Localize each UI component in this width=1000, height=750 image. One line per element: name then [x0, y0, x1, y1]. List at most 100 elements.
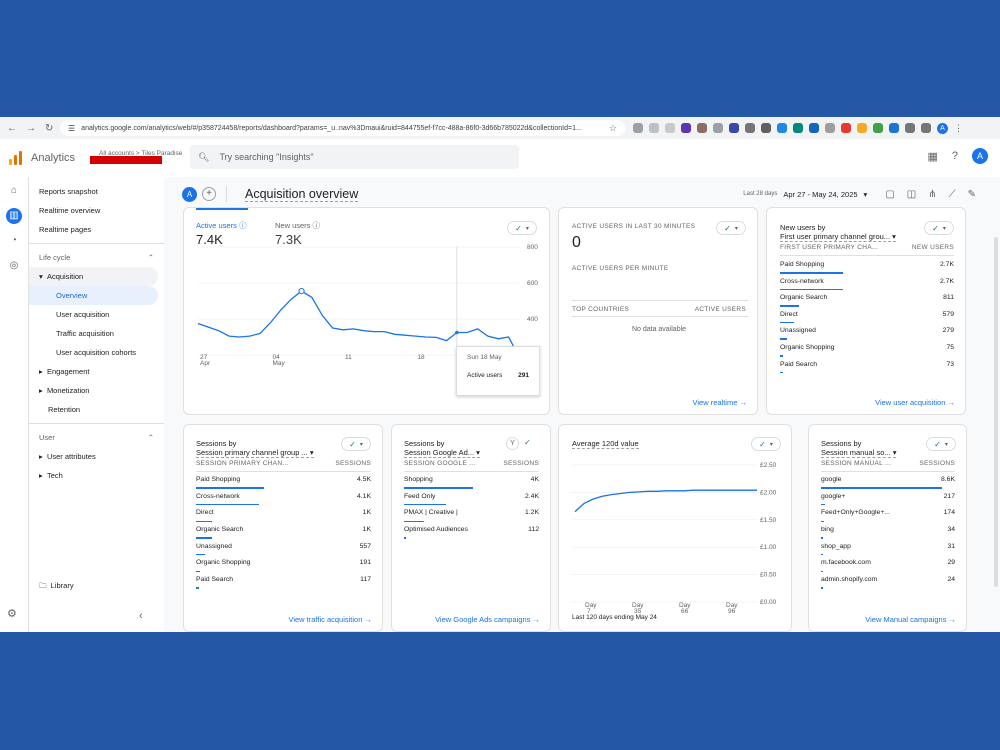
metric-active-users-label[interactable]: Active users ⓘ [196, 220, 246, 231]
dimension-picker[interactable]: First user primary channel grou... ▾ [780, 232, 896, 242]
extension-icon[interactable] [809, 123, 819, 133]
profile-avatar[interactable]: A [937, 122, 948, 134]
extension-icon[interactable] [873, 123, 883, 133]
extension-icon[interactable] [905, 123, 915, 133]
extension-icon[interactable] [857, 123, 867, 133]
table-row[interactable]: Paid Shopping 2.7K [780, 259, 954, 276]
date-range-picker[interactable]: Last 28 days Apr 27 - May 24, 2025 ▾ [743, 190, 867, 199]
table-row[interactable]: google 8.6K [821, 474, 955, 491]
back-icon[interactable]: ← [7, 123, 17, 134]
view-manual-campaigns-link[interactable]: View Manual campaigns → [865, 615, 956, 624]
address-bar[interactable]: ☰ analytics.google.com/analytics/web/#/p… [60, 120, 625, 136]
reports-icon[interactable]: ▥ [6, 208, 22, 224]
nav-realtime-overview[interactable]: Realtime overview [29, 201, 164, 220]
reload-icon[interactable]: ↻ [45, 123, 53, 134]
search-input[interactable]: 🔍︎ Try searching "Insights" [190, 145, 519, 169]
nav-reports-snapshot[interactable]: Reports snapshot [29, 182, 164, 201]
table-row[interactable]: Organic Shopping 191 [196, 557, 371, 574]
extension-icon[interactable] [745, 123, 755, 133]
table-row[interactable]: Cross-network 2.7K [780, 276, 954, 293]
metric-new-users-label[interactable]: New users ⓘ [275, 220, 320, 231]
table-row[interactable]: Unassigned 557 [196, 541, 371, 558]
view-traffic-acquisition-link[interactable]: View traffic acquisition → [288, 615, 372, 624]
extension-icon[interactable] [777, 123, 787, 133]
view-user-acquisition-link[interactable]: View user acquisition → [875, 398, 955, 407]
extension-icon[interactable] [793, 123, 803, 133]
table-row[interactable]: Unassigned 279 [780, 325, 954, 342]
insights-icon[interactable]: ⟋ [949, 189, 956, 200]
data-quality-check-button[interactable]: ✓ ▾ [751, 437, 781, 451]
table-row[interactable]: Paid Search 117 [196, 574, 371, 591]
nav-retention[interactable]: Retention [29, 400, 164, 419]
add-comparison-button[interactable]: + [202, 187, 216, 201]
table-row[interactable]: Paid Search 73 [780, 359, 954, 376]
extension-icon[interactable] [729, 123, 739, 133]
extension-icon[interactable] [681, 123, 691, 133]
nav-acquisition[interactable]: ▾ Acquisition [29, 267, 158, 286]
customize-report-icon[interactable]: ▢ [885, 189, 894, 200]
extension-icon[interactable] [889, 123, 899, 133]
table-row[interactable]: Feed Only 2.4K [404, 491, 539, 508]
table-row[interactable]: Direct 579 [780, 309, 954, 326]
extension-icon[interactable] [761, 123, 771, 133]
data-quality-check-button[interactable]: ✓ ▾ [341, 437, 371, 451]
table-row[interactable]: Organic Shopping 75 [780, 342, 954, 359]
table-row[interactable]: Organic Search 811 [780, 292, 954, 309]
table-row[interactable]: admin.shopify.com 24 [821, 574, 955, 591]
collapse-nav-chevron-icon[interactable]: ‹ [139, 610, 143, 622]
filter-icon[interactable]: Y [506, 437, 519, 450]
table-row[interactable]: Organic Search 1K [196, 524, 371, 541]
table-row[interactable]: Paid Shopping 4.5K [196, 474, 371, 491]
extension-icon[interactable] [841, 123, 851, 133]
advertising-icon[interactable]: ◎ [6, 258, 22, 274]
home-icon[interactable]: ⌂ [6, 183, 22, 199]
data-quality-check-button[interactable]: ✓ ▾ [716, 221, 746, 235]
table-row[interactable]: bing 34 [821, 524, 955, 541]
help-icon[interactable]: ? [952, 150, 958, 162]
nav-section-user[interactable]: User ⌃ [29, 428, 164, 447]
explore-icon[interactable]: ◔ [6, 233, 22, 249]
site-info-icon[interactable]: ☰ [68, 124, 75, 133]
dimension-picker[interactable]: Session Google Ad... ▾ [404, 448, 480, 458]
data-quality-check-button[interactable]: ✓ ▾ [507, 221, 537, 235]
nav-monetization[interactable]: ▸ Monetization [29, 381, 164, 400]
table-row[interactable]: google+ 217 [821, 491, 955, 508]
nav-user-acquisition-cohorts[interactable]: User acquisition cohorts [29, 343, 164, 362]
nav-user-acquisition[interactable]: User acquisition [29, 305, 164, 324]
table-row[interactable]: m.facebook.com 29 [821, 557, 955, 574]
puzzle-icon[interactable] [921, 123, 931, 133]
apps-grid-icon[interactable]: ▦ [927, 150, 937, 163]
nav-traffic-acquisition[interactable]: Traffic acquisition [29, 324, 164, 343]
table-row[interactable]: shop_app 31 [821, 541, 955, 558]
nav-section-lifecycle[interactable]: Life cycle ⌃ [29, 248, 164, 267]
compare-icon[interactable]: ◫ [907, 189, 916, 200]
extension-icon[interactable] [649, 123, 659, 133]
dimension-picker[interactable]: Session manual so... ▾ [821, 448, 897, 458]
comparison-chip[interactable]: A [182, 186, 197, 202]
scrollbar[interactable] [994, 237, 998, 587]
view-google-ads-link[interactable]: View Google Ads campaigns → [435, 615, 540, 624]
view-realtime-link[interactable]: View realtime → [693, 398, 747, 407]
settings-gear-icon[interactable]: ⚙ [7, 607, 17, 620]
nav-tech[interactable]: ▸ Tech [29, 466, 164, 485]
table-row[interactable]: PMAX | Creative | 1.2K [404, 507, 539, 524]
nav-user-attributes[interactable]: ▸ User attributes [29, 447, 164, 466]
data-quality-check-button[interactable]: ✓ ▾ [924, 221, 954, 235]
extension-icon[interactable] [713, 123, 723, 133]
nav-overview[interactable]: Overview [29, 286, 158, 305]
nav-engagement[interactable]: ▸ Engagement [29, 362, 164, 381]
nav-library[interactable]: 🗀 Library [39, 580, 74, 593]
share-icon[interactable]: ⋔ [928, 189, 936, 200]
table-row[interactable]: Shopping 4K [404, 474, 539, 491]
table-row[interactable]: Direct 1K [196, 507, 371, 524]
table-row[interactable]: Optimised Audiences 112 [404, 524, 539, 541]
table-row[interactable]: Cross-network 4.1K [196, 491, 371, 508]
extension-icon[interactable] [665, 123, 675, 133]
extension-icon[interactable] [697, 123, 707, 133]
menu-icon[interactable]: ⋮ [954, 123, 963, 133]
extension-icon[interactable] [825, 123, 835, 133]
extension-icon[interactable] [633, 123, 643, 133]
nav-realtime-pages[interactable]: Realtime pages [29, 220, 164, 239]
data-quality-check-button[interactable]: ✓ ▾ [926, 437, 956, 451]
bookmark-star-icon[interactable]: ☆ [609, 123, 617, 134]
